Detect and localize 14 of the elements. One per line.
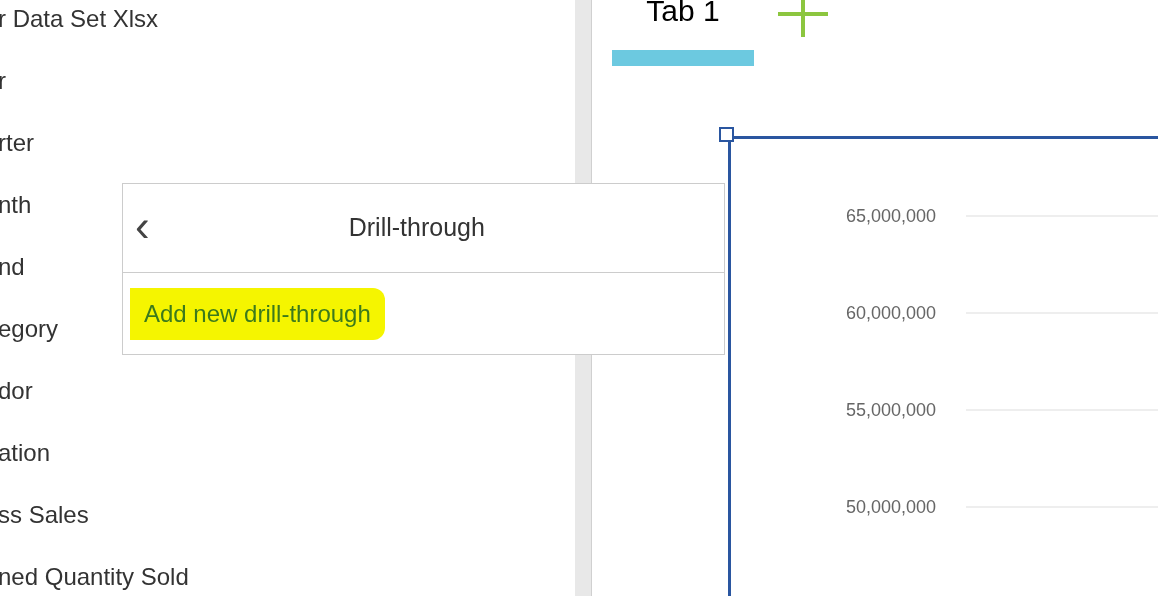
data-item[interactable]: ned Quantity Sold	[0, 564, 575, 590]
axis-label: 55,000,000	[844, 399, 936, 422]
back-button[interactable]: ‹	[135, 204, 150, 248]
add-drill-through-link[interactable]: Add new drill-through	[130, 287, 385, 340]
axis-label: 60,000,000	[844, 302, 936, 325]
data-item[interactable]: r Data Set Xlsx	[0, 6, 575, 32]
data-item[interactable]: r	[0, 68, 575, 94]
resize-handle[interactable]	[719, 127, 734, 142]
axis-label: 65,000,000	[844, 205, 936, 228]
popover-title: Drill-through	[347, 212, 486, 244]
tab[interactable]: Tab 1	[612, 0, 754, 66]
chart-widget[interactable]: 65,000,000 60,000,000 55,000,000 50,000,000	[728, 136, 1158, 596]
axis-label: 50,000,000	[844, 496, 936, 519]
data-item[interactable]: rter	[0, 130, 575, 156]
